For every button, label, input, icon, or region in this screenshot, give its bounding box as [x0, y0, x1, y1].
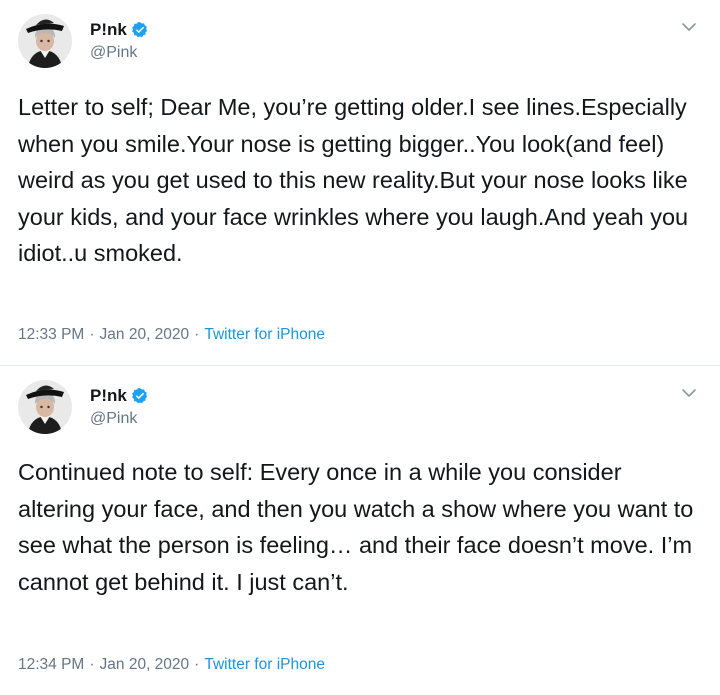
display-name[interactable]: P!nk — [90, 386, 127, 406]
verified-badge-icon — [131, 388, 147, 404]
tweet-meta: 12:33 PM · Jan 20, 2020 · Twitter for iP… — [18, 326, 325, 344]
chevron-down-icon[interactable] — [680, 384, 698, 402]
display-name[interactable]: P!nk — [90, 20, 127, 40]
avatar-photo-icon — [18, 14, 72, 68]
meta-separator: · — [89, 656, 95, 673]
tweet-source-link[interactable]: Twitter for iPhone — [204, 326, 325, 344]
chevron-down-icon[interactable] — [680, 18, 698, 36]
tweet-text: Continued note to self: Every once in a … — [18, 459, 694, 595]
tweet-source-link[interactable]: Twitter for iPhone — [204, 656, 325, 674]
user-handle[interactable]: @Pink — [90, 410, 137, 428]
tweet-card[interactable]: P!nk @Pink Letter to self; Dear Me, you’… — [0, 0, 720, 366]
tweet-date[interactable]: Jan 20, 2020 — [100, 326, 190, 344]
tweet-meta: 12:34 PM · Jan 20, 2020 · Twitter for iP… — [18, 656, 325, 674]
meta-separator: · — [89, 326, 95, 343]
avatar[interactable] — [18, 14, 72, 68]
author-name-row: P!nk — [90, 386, 149, 406]
meta-separator: · — [194, 656, 200, 673]
tweet-date[interactable]: Jan 20, 2020 — [100, 656, 190, 674]
meta-separator: · — [194, 326, 200, 343]
author-name-row: P!nk — [90, 20, 149, 40]
tweet-time[interactable]: 12:34 PM — [18, 656, 84, 674]
avatar-photo-icon — [18, 380, 72, 434]
tweet-card[interactable]: P!nk @Pink Continued note to self: Every… — [0, 366, 720, 695]
user-handle[interactable]: @Pink — [90, 44, 137, 62]
verified-badge-icon — [131, 22, 147, 38]
tweet-text: Letter to self; Dear Me, you’re getting … — [18, 94, 689, 266]
avatar[interactable] — [18, 380, 72, 434]
tweet-time[interactable]: 12:33 PM — [18, 326, 84, 344]
